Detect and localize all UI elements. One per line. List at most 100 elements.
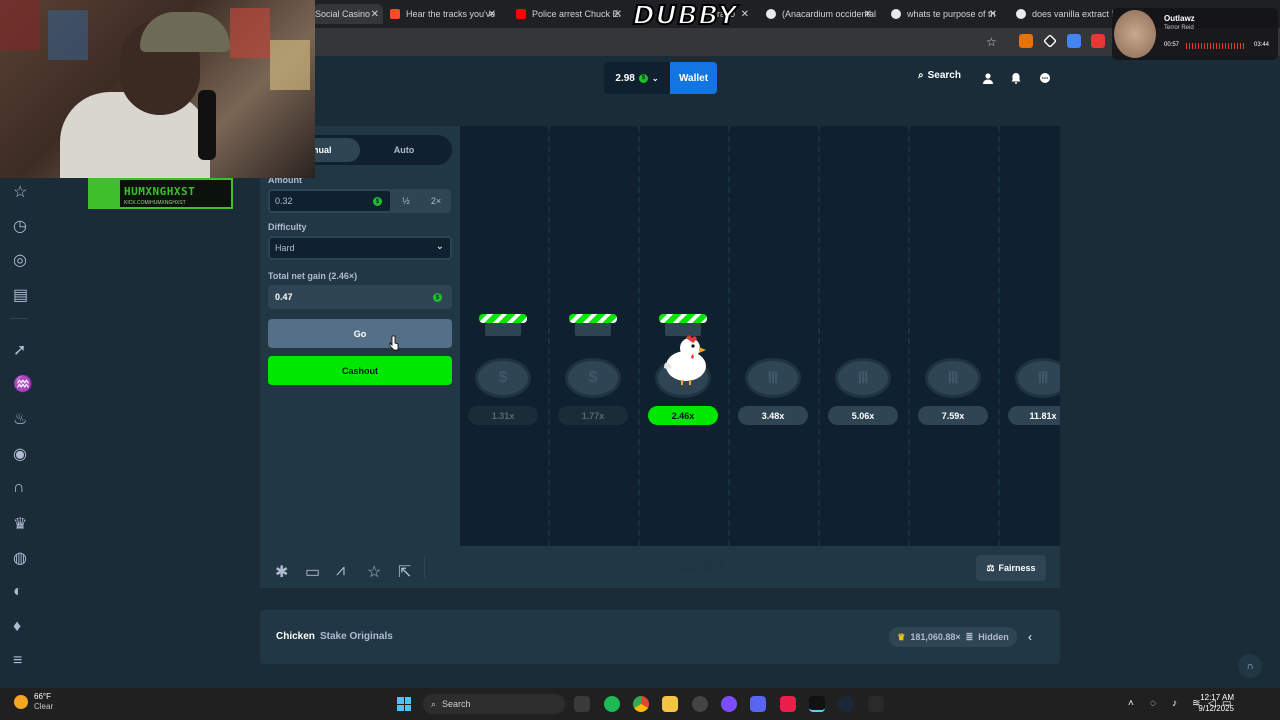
settings-icon[interactable]: ✱ xyxy=(275,562,288,581)
streamer-url: KICK.COM/HUMXNGHXST xyxy=(124,199,186,206)
youtube-icon xyxy=(516,9,526,19)
rocket-icon[interactable]: ➚ xyxy=(13,340,26,359)
steam-icon[interactable] xyxy=(838,696,854,712)
extension-icon[interactable] xyxy=(1019,34,1033,48)
max-win-badge[interactable]: ♛ 181,060.88× ≣ Hidden xyxy=(889,627,1017,647)
headset-icon[interactable]: ∩ xyxy=(13,479,25,496)
tab-anacardium[interactable]: (Anacardium occidentale ✕ xyxy=(764,4,876,24)
tab-auto[interactable]: Auto xyxy=(360,138,448,162)
raid-time-start: 00:57 xyxy=(1164,42,1180,48)
chevron-up-icon[interactable]: ˄ xyxy=(1128,698,1134,709)
barrier xyxy=(479,314,527,336)
difficulty-select[interactable]: Hard ⌄ xyxy=(268,236,452,260)
star-icon[interactable]: ☆ xyxy=(13,182,27,201)
weather-widget[interactable]: 66°F Clear xyxy=(14,692,53,711)
discord-icon[interactable] xyxy=(750,696,766,712)
close-icon[interactable]: ✕ xyxy=(371,9,379,20)
user-icon[interactable] xyxy=(982,72,994,84)
wall-poster xyxy=(48,10,88,60)
file-explorer-icon[interactable] xyxy=(662,696,678,712)
wall-poster xyxy=(230,8,270,58)
multiplier-5: 5.06x xyxy=(828,406,898,425)
dubby-logo: DUBBY xyxy=(632,0,738,32)
chrome-icon[interactable] xyxy=(633,696,649,712)
max-win-value: 181,060.88× xyxy=(910,632,961,642)
balance-selector[interactable]: 2.98 $ ⌄ xyxy=(604,62,670,94)
close-icon[interactable]: ✕ xyxy=(488,9,496,20)
search-button[interactable]: ⌕ Search xyxy=(918,70,961,81)
manhole-cover[interactable]: Ⅲ xyxy=(925,358,981,398)
bell-icon[interactable] xyxy=(1010,72,1022,84)
tab-social-casino[interactable]: Social Casino ✕ xyxy=(313,4,383,24)
fire-icon[interactable]: ♨ xyxy=(13,409,27,428)
crown-icon[interactable]: ♛ xyxy=(13,514,27,533)
streamer-name: HUMXNGHXST xyxy=(124,184,196,198)
multiplier-7: 11.81x xyxy=(1008,406,1060,425)
cashout-button[interactable]: Cashout xyxy=(268,356,452,385)
sidebar: ☆ ◷ ◎ ▤ ➚ ♒ ♨ ◉ ∩ ♛ ◍ ◐ ♦ ≡ xyxy=(0,100,40,688)
spotify-icon[interactable] xyxy=(604,696,620,712)
game-provider[interactable]: Stake Originals xyxy=(320,631,393,642)
chicken-icon xyxy=(664,335,706,385)
go-button[interactable]: Go xyxy=(268,319,452,348)
task-view-icon[interactable] xyxy=(574,696,590,712)
taskbar-search[interactable]: ⌕ Search xyxy=(423,694,565,714)
tray-app-icon[interactable]: ◌ xyxy=(1150,698,1156,709)
app-icon[interactable] xyxy=(780,696,796,712)
fairness-button[interactable]: ⚖ Fairness xyxy=(976,555,1046,581)
amount-input[interactable]: 0.32 $ xyxy=(268,189,392,213)
windows-start-icon[interactable] xyxy=(397,697,411,711)
close-icon[interactable]: ✕ xyxy=(614,9,622,20)
chat-icon[interactable] xyxy=(1039,72,1051,84)
manhole-cover[interactable]: Ⅲ xyxy=(1015,358,1060,398)
theatre-mode-icon[interactable]: ▭ xyxy=(305,562,320,581)
extension-icon[interactable] xyxy=(1091,34,1105,48)
double-button[interactable]: 2× xyxy=(421,189,451,213)
tab-police-arrest[interactable]: Police arrest Chuck E. ✕ xyxy=(514,4,626,24)
streamer-badge: HUMXNGHXST KICK.COM/HUMXNGHXST xyxy=(88,178,233,209)
casino-icon[interactable]: ▤ xyxy=(13,285,28,304)
history-icon[interactable]: ◷ xyxy=(13,216,27,235)
multiplier-2: 1.77x xyxy=(558,406,628,425)
manhole-cover[interactable]: Ⅲ xyxy=(835,358,891,398)
taskbar-search-label: Search xyxy=(442,699,471,709)
lane-divider xyxy=(548,126,550,546)
divider xyxy=(10,318,28,319)
manhole-cover[interactable]: Ⅲ xyxy=(745,358,801,398)
extension-icon[interactable] xyxy=(1067,34,1081,48)
difficulty-label: Difficulty xyxy=(268,222,307,232)
favorite-star-icon[interactable]: ☆ xyxy=(367,562,381,581)
stats-icon[interactable]: ⩘ xyxy=(336,562,348,579)
sport-icon[interactable]: ◐ xyxy=(13,583,25,600)
microphone-icon[interactable]: ♪ xyxy=(1172,698,1177,709)
epic-games-icon[interactable] xyxy=(868,696,884,712)
close-icon[interactable]: ✕ xyxy=(741,9,749,20)
bookmark-star-icon[interactable]: ☆ xyxy=(986,35,997,49)
avatar xyxy=(1114,10,1156,58)
menu-icon[interactable]: ≡ xyxy=(13,652,25,669)
tab-vanilla-extract[interactable]: does vanilla extract ha xyxy=(1014,4,1114,24)
chevron-left-icon[interactable]: ‹ xyxy=(1028,630,1032,644)
half-button[interactable]: ½ xyxy=(391,189,421,213)
close-icon[interactable]: ✕ xyxy=(864,9,872,20)
support-headset-icon[interactable]: ∩ xyxy=(1238,654,1262,678)
obs-icon[interactable] xyxy=(809,696,825,712)
app-icon[interactable] xyxy=(721,696,737,712)
flame-icon[interactable]: ♦ xyxy=(13,618,25,635)
weather-condition: Clear xyxy=(34,702,54,711)
globe-icon[interactable]: ◉ xyxy=(13,444,27,463)
app-icon[interactable] xyxy=(692,696,708,712)
popout-icon[interactable]: ⇱ xyxy=(398,562,411,581)
slots-icon[interactable]: ♒ xyxy=(13,374,33,393)
lane-divider xyxy=(818,126,820,546)
system-clock[interactable]: 12:17 AM 9/12/2025 xyxy=(1190,692,1234,714)
tab-hear-tracks[interactable]: Hear the tracks you've ✕ xyxy=(388,4,500,24)
close-icon[interactable]: ✕ xyxy=(989,9,997,20)
tab-whats-purpose[interactable]: whats te purpose of th ✕ xyxy=(889,4,1001,24)
weather-temp: 66°F xyxy=(34,692,51,701)
target-icon[interactable]: ◎ xyxy=(13,250,27,269)
clock-date: 9/12/2025 xyxy=(1198,704,1234,713)
wallet-button[interactable]: Wallet xyxy=(670,62,717,94)
streamer-webcam xyxy=(0,0,315,178)
coin-stack-icon[interactable]: ◍ xyxy=(13,548,27,567)
